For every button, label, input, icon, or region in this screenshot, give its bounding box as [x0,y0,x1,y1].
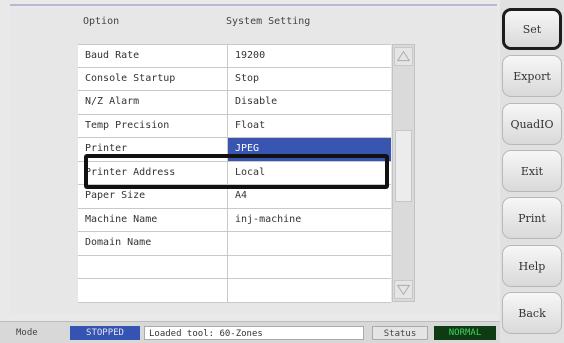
value-cell[interactable]: Disable [228,91,391,114]
scroll-down-button[interactable] [394,280,413,299]
column-header-option: Option [83,16,120,27]
exit-button[interactable]: Exit [502,150,562,192]
value-cell[interactable] [228,279,391,302]
value-cell[interactable]: A4 [228,185,391,208]
set-button[interactable]: Set [502,8,562,50]
value-cell[interactable]: Stop [228,68,391,91]
option-cell [78,279,228,302]
quadio-button[interactable]: QuadIO [502,103,562,145]
option-cell: Temp Precision [78,114,228,137]
option-cell: Machine Name [78,208,228,231]
option-cell: Baud Rate [78,45,228,67]
value-cell[interactable] [228,232,391,255]
scroll-up-button[interactable] [394,47,413,66]
table-row[interactable]: Machine Name inj-machine [78,208,391,232]
table-row[interactable]: Printer Address Local [78,161,391,185]
back-button[interactable]: Back [502,292,562,334]
option-cell: Console Startup [78,67,228,90]
column-header-system-setting: System Setting [226,16,311,27]
help-button[interactable]: Help [502,245,562,287]
triangle-up-icon [396,50,411,62]
value-cell[interactable] [228,256,391,279]
status-badge: NORMAL [434,326,496,340]
table-row-selected[interactable]: Printer JPEG [78,138,391,162]
option-cell: Paper Size [78,185,228,208]
table-row[interactable]: Baud Rate 19200 [78,44,391,68]
export-button[interactable]: Export [502,55,562,97]
option-cell: Domain Name [78,232,228,255]
option-cell: N/Z Alarm [78,91,228,114]
triangle-down-icon [396,284,411,296]
value-cell-selected[interactable]: JPEG [228,138,391,161]
option-cell: Printer Address [78,161,228,184]
mode-badge: STOPPED [70,326,140,340]
table-scrollbar[interactable] [392,44,415,302]
table-row[interactable] [78,279,391,303]
top-divider [10,4,497,6]
option-cell [78,255,228,278]
status-message: Loaded tool: 60-Zones [144,326,364,340]
scroll-thumb[interactable] [395,130,412,202]
option-cell: Printer [78,138,228,161]
status-label: Status [372,326,428,340]
value-cell[interactable]: 19200 [228,45,391,67]
settings-table: Baud Rate 19200 Console Startup Stop N/Z… [78,44,391,303]
print-button[interactable]: Print [502,197,562,239]
status-bar: Mode STOPPED Loaded tool: 60-Zones Statu… [0,321,500,343]
table-row[interactable]: Console Startup Stop [78,67,391,91]
table-row[interactable]: Domain Name [78,232,391,256]
table-row[interactable]: Temp Precision Float [78,114,391,138]
table-row[interactable]: N/Z Alarm Disable [78,91,391,115]
mode-label: Mode [16,328,38,338]
value-cell[interactable]: inj-machine [228,209,391,232]
table-row[interactable] [78,255,391,279]
value-cell[interactable]: Float [228,115,391,138]
table-row[interactable]: Paper Size A4 [78,185,391,209]
value-cell[interactable]: Local [228,162,391,185]
